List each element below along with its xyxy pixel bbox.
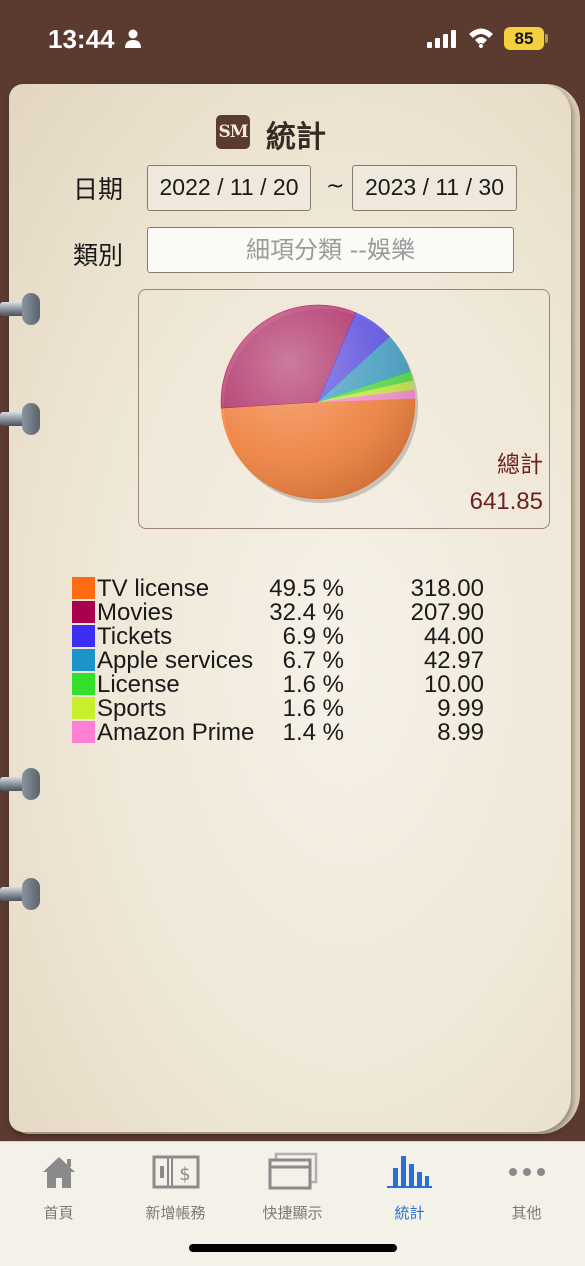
legend-row: Tickets 6.9 % 44.00 bbox=[72, 623, 492, 650]
binder-ring bbox=[0, 768, 42, 800]
active-tab-indicator bbox=[387, 1186, 432, 1188]
legend-row: TV license 49.5 % 318.00 bbox=[72, 575, 492, 602]
binder-ring bbox=[0, 403, 42, 435]
tab-quick-view[interactable]: 快捷顯示 bbox=[234, 1150, 351, 1222]
total-label: 總計 bbox=[497, 452, 543, 478]
legend-row: License 1.6 % 10.00 bbox=[72, 671, 492, 698]
pie-highlight bbox=[221, 305, 415, 499]
start-date-field[interactable]: 2022 / 11 / 20 bbox=[147, 165, 311, 211]
tab-more-label: 其他 bbox=[511, 1204, 542, 1222]
legend-swatch bbox=[72, 601, 95, 623]
tab-home[interactable]: 首頁 bbox=[0, 1150, 117, 1222]
more-icon bbox=[508, 1168, 545, 1176]
tab-add-entry-label: 新增帳務 bbox=[145, 1204, 206, 1222]
legend-name: Amazon Prime bbox=[97, 719, 255, 746]
legend-swatch bbox=[72, 577, 95, 599]
cellular-signal-icon bbox=[427, 30, 456, 48]
legend-list: TV license 49.5 % 318.00 Movies 32.4 % 207.90… bbox=[72, 575, 492, 746]
legend-swatch bbox=[72, 721, 95, 743]
binder-ring bbox=[0, 878, 42, 910]
legend-swatch bbox=[72, 673, 95, 695]
status-bar: 13:44 85 bbox=[0, 0, 585, 80]
legend-row: Movies 32.4 % 207.90 bbox=[72, 599, 492, 626]
legend-row: Sports 1.6 % 9.99 bbox=[72, 695, 492, 722]
home-icon bbox=[42, 1157, 75, 1188]
svg-text:$: $ bbox=[179, 1164, 190, 1185]
tab-quick-view-label: 快捷顯示 bbox=[262, 1204, 323, 1222]
legend-row: Amazon Prime 1.4 % 8.99 bbox=[72, 719, 492, 746]
status-time: 13:44 bbox=[48, 24, 115, 54]
home-indicator bbox=[189, 1244, 397, 1252]
add-entry-icon: $ bbox=[152, 1155, 199, 1189]
end-date-field[interactable]: 2023 / 11 / 30 bbox=[352, 165, 517, 211]
binder-ring bbox=[0, 293, 42, 325]
tab-home-label: 首頁 bbox=[43, 1204, 74, 1222]
tab-stats-label: 統計 bbox=[394, 1204, 425, 1222]
tab-add-entry[interactable]: $ 新增帳務 bbox=[117, 1150, 234, 1222]
legend-row: Apple services 6.7 % 42.97 bbox=[72, 647, 492, 674]
legend-swatch bbox=[72, 649, 95, 671]
person-icon bbox=[125, 29, 141, 48]
legend-percent: 1.4 % bbox=[282, 719, 344, 746]
legend-amount: 8.99 bbox=[437, 719, 484, 746]
date-range-separator: ~ bbox=[326, 174, 345, 199]
app-logo: SM bbox=[216, 115, 250, 149]
category-label: 類別 bbox=[73, 241, 124, 270]
legend-swatch bbox=[72, 697, 95, 719]
chart-panel: 總計 641.85 bbox=[138, 289, 550, 529]
total-value: 641.85 bbox=[469, 488, 543, 515]
battery-indicator: 85 bbox=[504, 27, 544, 50]
tab-more[interactable]: 其他 bbox=[468, 1150, 585, 1222]
date-label: 日期 bbox=[73, 175, 124, 204]
tab-stats[interactable]: 統計 bbox=[351, 1150, 468, 1222]
quick-view-icon bbox=[268, 1152, 317, 1190]
battery-tip bbox=[545, 34, 548, 43]
wifi-icon bbox=[469, 28, 493, 48]
category-field[interactable]: 細項分類 --娛樂 bbox=[147, 227, 514, 273]
page-title: 統計 bbox=[266, 120, 326, 155]
legend-swatch bbox=[72, 625, 95, 647]
